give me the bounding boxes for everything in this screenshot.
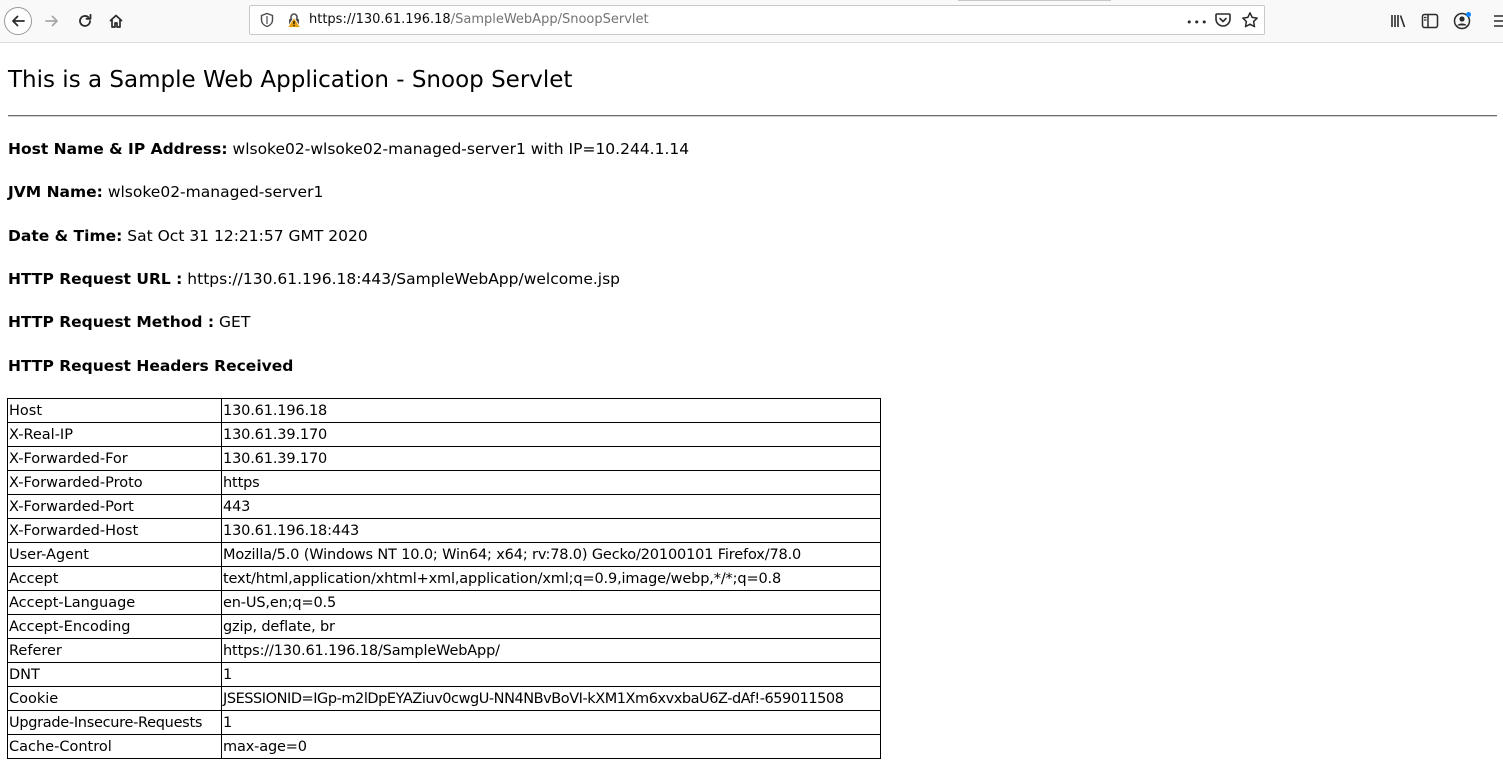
date-label: Date & Time: [8, 227, 123, 245]
header-name: X-Forwarded-Host [7, 518, 222, 543]
header-name: User-Agent [7, 542, 222, 567]
header-name: DNT [7, 662, 222, 687]
table-row: X-Forwarded-Proto https [7, 470, 881, 495]
page-actions-button[interactable]: ••• [1186, 11, 1208, 32]
table-row: Host 130.61.196.18 [7, 398, 881, 423]
request-url-value: https://130.61.196.18:443/SampleWebApp/w… [187, 270, 621, 288]
header-name: Cache-Control [7, 734, 222, 759]
table-row: X-Forwarded-Port 443 [7, 494, 881, 519]
date-info: Date & Time: Sat Oct 31 12:21:57 GMT 202… [8, 226, 368, 246]
table-row: Cookie JSESSIONID=IGp-m2lDpEYAZiuv0cwgU-N… [7, 686, 881, 711]
header-name: Accept [7, 566, 222, 591]
reload-button[interactable] [69, 5, 101, 37]
header-name: Host [7, 398, 222, 423]
header-value: 130.61.39.170 [221, 446, 881, 471]
table-row: DNT 1 [7, 662, 881, 687]
bookmark-star-icon[interactable] [1241, 11, 1259, 29]
request-method-info: HTTP Request Method : GET [8, 312, 250, 332]
url-path: /SampleWebApp/SnoopServlet [450, 12, 649, 27]
url-bar[interactable]: https://130.61.196.18/SampleWebApp/Snoop… [249, 5, 1265, 35]
request-method-label: HTTP Request Method : [8, 313, 215, 331]
home-icon [109, 14, 123, 28]
table-row: Cache-Control max-age=0 [7, 734, 881, 759]
header-name: Upgrade-Insecure-Requests [7, 710, 222, 735]
table-row: X-Forwarded-For 130.61.39.170 [7, 446, 881, 471]
table-row: X-Real-IP 130.61.39.170 [7, 422, 881, 447]
account-button[interactable] [1447, 5, 1479, 37]
request-method-value: GET [219, 313, 251, 331]
header-value: gzip, deflate, br [221, 614, 881, 639]
header-name: Cookie [7, 686, 222, 711]
page-title: This is a Sample Web Application - Snoop… [8, 67, 573, 93]
jvm-value: wlsoke02-managed-server1 [107, 183, 324, 201]
account-icon [1453, 12, 1471, 30]
table-row: Accept-Language en-US,en;q=0.5 [7, 590, 881, 615]
header-name: X-Forwarded-Proto [7, 470, 222, 495]
header-value: https://130.61.196.18/SampleWebApp/ [221, 638, 881, 663]
tracking-shield-icon[interactable] [259, 12, 275, 28]
headers-title: HTTP Request Headers Received [8, 357, 294, 375]
header-value: en-US,en;q=0.5 [221, 590, 881, 615]
table-row: Upgrade-Insecure-Requests 1 [7, 710, 881, 735]
header-name: Accept-Language [7, 590, 222, 615]
sidebar-icon [1421, 13, 1439, 29]
table-row: User-Agent Mozilla/5.0 (Windows NT 10.0; … [7, 542, 881, 567]
host-value: wlsoke02-wlsoke02-managed-server1 with I… [232, 140, 690, 158]
horizontal-rule [8, 115, 1497, 117]
table-row: Referer https://130.61.196.18/SampleWebAp… [7, 638, 881, 663]
header-value: text/html,application/xhtml+xml,applicat… [221, 566, 881, 591]
url-host: https://130.61.196.18 [309, 12, 451, 27]
header-value: 130.61.39.170 [221, 422, 881, 447]
host-label: Host Name & IP Address: [8, 140, 228, 158]
table-row: Accept-Encoding gzip, deflate, br [7, 614, 881, 639]
jvm-label: JVM Name: [8, 183, 103, 201]
back-arrow-icon [4, 7, 32, 35]
header-value: max-age=0 [221, 734, 881, 759]
forward-arrow-icon [45, 15, 58, 27]
header-name: Referer [7, 638, 222, 663]
library-button[interactable] [1383, 5, 1415, 37]
header-value: Mozilla/5.0 (Windows NT 10.0; Win64; x64… [221, 542, 881, 567]
table-row: Accept text/html,application/xhtml+xml,ap… [7, 566, 881, 591]
pocket-icon[interactable] [1214, 11, 1232, 29]
tab-strip-edge [958, 0, 1111, 1]
header-value: 130.61.196.18:443 [221, 518, 881, 543]
browser-toolbar: https://130.61.196.18/SampleWebApp/Snoop… [0, 0, 1503, 43]
request-url-label: HTTP Request URL : [8, 270, 183, 288]
header-name: X-Forwarded-For [7, 446, 222, 471]
insecure-lock-icon[interactable] [286, 12, 302, 28]
jvm-info: JVM Name: wlsoke02-managed-server1 [8, 182, 323, 202]
request-url-info: HTTP Request URL : https://130.61.196.18… [8, 269, 620, 289]
home-button[interactable] [100, 5, 132, 37]
hamburger-menu-icon [1494, 15, 1503, 27]
headers-table: Host 130.61.196.18 X-Real-IP 130.61.39.170… [7, 398, 881, 759]
reload-icon [79, 13, 92, 27]
open-menu-button[interactable] [1484, 5, 1503, 37]
library-icon [1391, 15, 1406, 28]
host-info: Host Name & IP Address: wlsoke02-wlsoke0… [8, 139, 689, 159]
table-row: X-Forwarded-Host 130.61.196.18:443 [7, 518, 881, 543]
header-value: 1 [221, 710, 881, 735]
back-button[interactable] [2, 5, 34, 37]
header-name: X-Forwarded-Port [7, 494, 222, 519]
date-value: Sat Oct 31 12:21:57 GMT 2020 [127, 227, 368, 245]
header-value: 443 [221, 494, 881, 519]
header-value: 1 [221, 662, 881, 687]
header-value: https [221, 470, 881, 495]
sidebar-button[interactable] [1414, 5, 1446, 37]
forward-button[interactable] [36, 5, 68, 37]
header-value: JSESSIONID=IGp-m2lDpEYAZiuv0cwgU-NN4NBvB… [221, 686, 881, 711]
more-label: ••• [1186, 16, 1209, 29]
header-value: 130.61.196.18 [221, 398, 881, 423]
header-name: Accept-Encoding [7, 614, 222, 639]
header-name: X-Real-IP [7, 422, 222, 447]
url-text[interactable]: https://130.61.196.18/SampleWebApp/Snoop… [309, 12, 649, 28]
